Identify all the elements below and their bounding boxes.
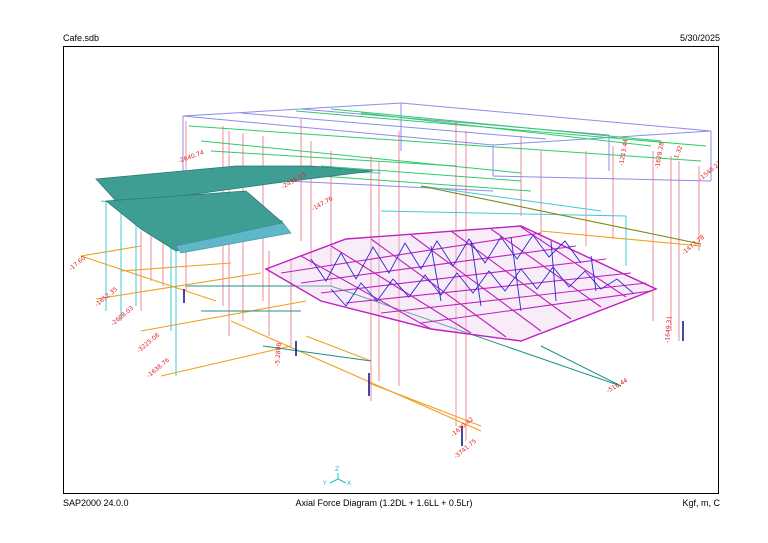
- force-label: -3741.75: [453, 438, 478, 461]
- date-label: 5/30/2025: [679, 33, 720, 43]
- force-label: -17.60: [68, 255, 87, 273]
- structural-model-diagram: -1638.76 -1473.78 -1652.35 -2608.03 -322…: [68, 102, 718, 487]
- axes-triad: [329, 473, 347, 484]
- truss-roof: [264, 225, 658, 342]
- axis-y-label: Y: [322, 480, 327, 487]
- axis-z-label: Z: [335, 466, 339, 473]
- force-label: -1473.78: [681, 234, 706, 257]
- axis-y-line: [329, 478, 339, 484]
- roof-slab-plates: [95, 165, 374, 254]
- axis-x-line: [337, 478, 347, 484]
- footer-caption: Axial Force Diagram (1.2DL + 1.6LL + 0.5…: [295, 498, 473, 508]
- force-label: -1638.76: [146, 357, 171, 380]
- force-label: -1546.23: [698, 160, 718, 183]
- file-title: Cafe.sdb: [63, 33, 100, 43]
- force-label: -3225.08: [136, 332, 161, 355]
- force-label: -2640.74: [177, 149, 205, 165]
- force-label: -5.2808: [274, 342, 283, 366]
- force-label: -1.32: [672, 145, 684, 162]
- force-label: -1649.31: [664, 316, 673, 344]
- footer-units: Kgf, m, C: [682, 498, 720, 508]
- model-viewport[interactable]: -1638.76 -1473.78 -1652.35 -2608.03 -322…: [63, 46, 719, 494]
- force-label: -2608.03: [110, 305, 135, 328]
- force-label: -1628.28: [654, 141, 666, 169]
- axis-x-label: X: [347, 480, 351, 487]
